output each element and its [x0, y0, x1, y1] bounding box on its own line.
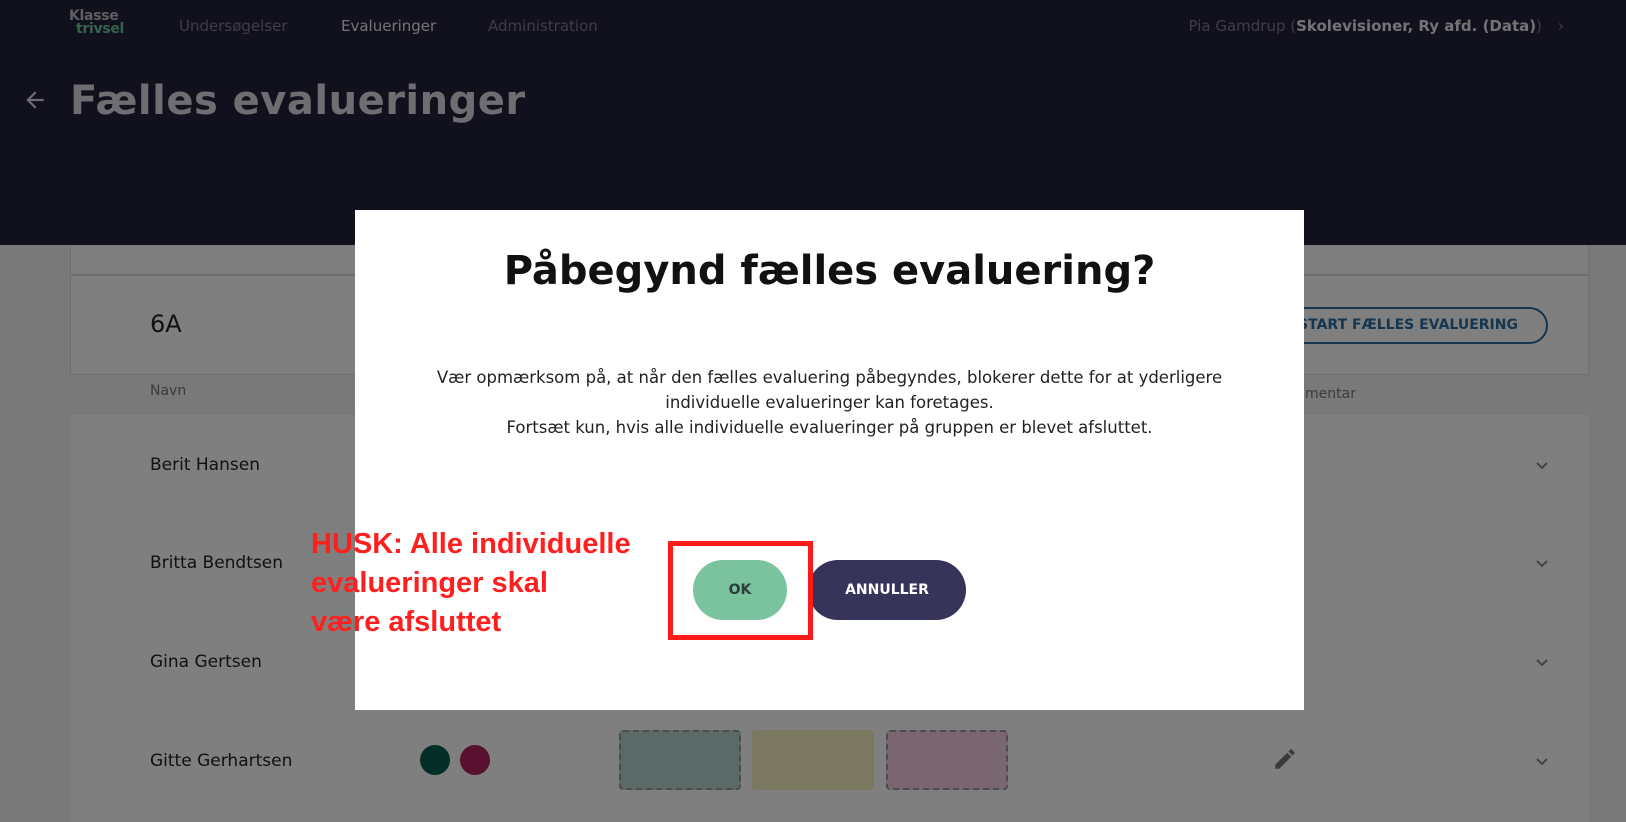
- dialog-message-line: Fortsæt kun, hvis alle individuelle eval…: [506, 418, 1153, 437]
- annotation-line: evalueringer skal: [311, 567, 548, 599]
- annotation-line: HUSK: Alle individuelle: [311, 528, 631, 560]
- dialog-message: Vær opmærksom på, at når den fælles eval…: [395, 365, 1264, 440]
- annotation-note: HUSK: Alle individuelle evalueringer ska…: [311, 525, 671, 642]
- dialog-message-line: individuelle evalueringer kan foretages.: [665, 393, 994, 412]
- dialog-title: Påbegynd fælles evaluering?: [503, 248, 1156, 294]
- dialog-message-line: Vær opmærksom på, at når den fælles eval…: [436, 368, 1223, 387]
- annotation-line: være afsluttet: [311, 606, 502, 638]
- ok-highlight-box: [668, 541, 813, 640]
- cancel-button[interactable]: ANNULLER: [808, 560, 966, 620]
